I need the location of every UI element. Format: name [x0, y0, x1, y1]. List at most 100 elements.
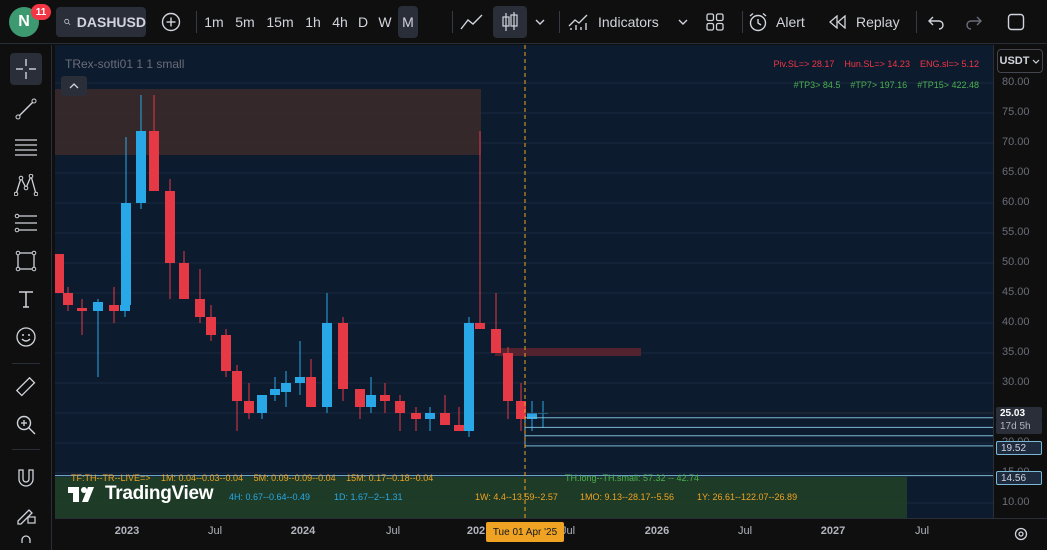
level-label: Hun.SL=> 14.23 — [844, 59, 910, 69]
interval-w[interactable]: W — [375, 6, 395, 38]
projection-icon — [14, 213, 37, 233]
magnet-tool[interactable] — [10, 463, 42, 495]
price-tick: 10.00 — [1002, 496, 1030, 508]
forecast-tool[interactable] — [10, 207, 42, 239]
chart-type-dropdown[interactable] — [530, 6, 550, 38]
info-tf-label: TF:TH--TR--LIVE=> — [71, 473, 151, 483]
grid-layout-icon — [706, 13, 724, 31]
chart-settings-button[interactable] — [1010, 523, 1032, 545]
chart-pane[interactable]: TRex-sotti01 1 1 small Piv.SL=> 28.17 Hun… — [55, 45, 993, 518]
time-tick: Jul — [385, 525, 401, 537]
price-axis[interactable]: USDT 80.00 75.00 70.00 65.00 60.00 55.00 50.00… — [993, 45, 1047, 518]
symbol-search[interactable]: DASHUSD — [56, 7, 146, 37]
fullscreen-icon — [1007, 13, 1025, 31]
drawing-mode-tool[interactable] — [10, 499, 42, 531]
symbol-name: DASHUSD — [76, 14, 146, 30]
candle-body — [149, 131, 159, 191]
candle-body — [244, 401, 254, 413]
time-axis[interactable]: 2023 Jul 2024 Jul 202 Jul 2026 Jul 2027 Jul Tue 0… — [55, 518, 1047, 550]
trend-line-tool[interactable] — [10, 93, 42, 125]
interval-15m[interactable]: 15m — [265, 6, 295, 38]
time-tick: 2023 — [114, 525, 140, 537]
candle-body — [464, 323, 474, 431]
interval-4h[interactable]: 4h — [329, 6, 351, 38]
fullscreen-button[interactable] — [1000, 6, 1032, 38]
pencil-lock-icon — [17, 509, 36, 525]
lock-tool[interactable] — [10, 535, 42, 550]
alert-button[interactable]: Alert — [748, 6, 814, 38]
crosshair-tool[interactable] — [10, 53, 42, 85]
indicator-legend[interactable]: TRex-sotti01 1 1 small — [65, 55, 184, 73]
candle-body — [322, 323, 332, 407]
candle-body — [165, 191, 175, 263]
current-price-tag: 25.03 — [996, 407, 1042, 421]
line-chart-button[interactable] — [455, 6, 489, 38]
line-chart-icon — [460, 14, 483, 30]
candle-body — [93, 302, 103, 311]
tradingview-logo[interactable]: TradingView — [67, 483, 214, 505]
info-1d: 1D: 1.67--2--1.31 — [334, 492, 403, 502]
candles-button[interactable] — [493, 6, 527, 38]
zoom-in-icon — [16, 415, 36, 435]
price-tick: 60.00 — [1002, 196, 1030, 208]
layouts-button[interactable] — [700, 6, 730, 38]
watermark-text: TradingView — [105, 483, 214, 504]
interval-5m[interactable]: 5m — [232, 6, 258, 38]
undo-button[interactable] — [922, 6, 950, 38]
currency-selector[interactable]: USDT — [997, 49, 1043, 73]
indicators-dropdown[interactable] — [673, 6, 693, 38]
resistance-zone — [495, 348, 641, 356]
time-tick: Jul — [737, 525, 753, 537]
current-price: 25.03 — [1000, 408, 1026, 419]
trend-line-icon — [15, 98, 37, 120]
candle-body — [179, 263, 189, 299]
lock-icon — [21, 535, 31, 543]
price-tick: 70.00 — [1002, 136, 1030, 148]
level-label: #TP15> 422.48 — [917, 80, 979, 90]
compare-symbol-button[interactable] — [156, 6, 186, 38]
interval-d[interactable]: D — [354, 6, 372, 38]
settings-gear-icon — [1014, 527, 1028, 541]
level-label: #TP7> 197.16 — [850, 80, 908, 90]
chevron-down-icon — [1033, 59, 1040, 64]
candle-body — [454, 425, 464, 431]
shape-tool[interactable] — [10, 245, 42, 277]
interval-m[interactable]: M — [398, 6, 418, 38]
indicators-button[interactable]: Indicators — [568, 6, 664, 38]
legend-collapse-button[interactable] — [61, 76, 87, 96]
notification-count: 11 — [35, 6, 47, 18]
price-tick: 35.00 — [1002, 346, 1030, 358]
candle-body — [491, 329, 501, 353]
candle-body — [395, 401, 405, 413]
fib-tool[interactable] — [10, 131, 42, 163]
info-1m: 1M: 0.04--0.03--0.04 — [161, 473, 244, 483]
info-1y: 1Y: 26.61--122.07--26.89 — [697, 492, 798, 502]
level-label: Piv.SL=> 28.17 — [773, 59, 835, 69]
indicator-title: TRex-sotti01 1 1 small — [65, 57, 185, 71]
candle-body — [206, 317, 216, 335]
price-tick: 80.00 — [1002, 76, 1030, 88]
magnet-icon — [18, 469, 34, 487]
zoom-tool[interactable] — [10, 409, 42, 441]
candle-body — [120, 305, 130, 311]
price-tick: 40.00 — [1002, 316, 1030, 328]
measure-tool[interactable] — [10, 371, 42, 403]
add-circle-icon — [161, 12, 181, 32]
pattern-tool[interactable] — [10, 169, 42, 201]
currency-label: USDT — [999, 55, 1030, 67]
level-tag-19: 19.52 — [996, 441, 1042, 455]
candlestick-chart — [55, 45, 993, 518]
top-toolbar: N 11 DASHUSD 1m 5m 15m 1h 4h D W M Indicators A… — [0, 0, 1047, 44]
redo-button[interactable] — [960, 6, 988, 38]
candle-body — [121, 203, 131, 305]
interval-1h[interactable]: 1h — [302, 6, 324, 38]
chevron-down-icon — [535, 19, 545, 25]
crosshair-date: Tue 01 Apr '25 — [492, 526, 558, 538]
replay-label: Replay — [856, 14, 900, 30]
supply-zone — [55, 89, 481, 155]
replay-button[interactable]: Replay — [828, 6, 904, 38]
text-tool[interactable] — [10, 283, 42, 315]
icon-tool[interactable] — [10, 321, 42, 353]
info-1w: 1W: 4.4--13.59--2.57 — [475, 492, 558, 502]
interval-1m[interactable]: 1m — [202, 6, 226, 38]
